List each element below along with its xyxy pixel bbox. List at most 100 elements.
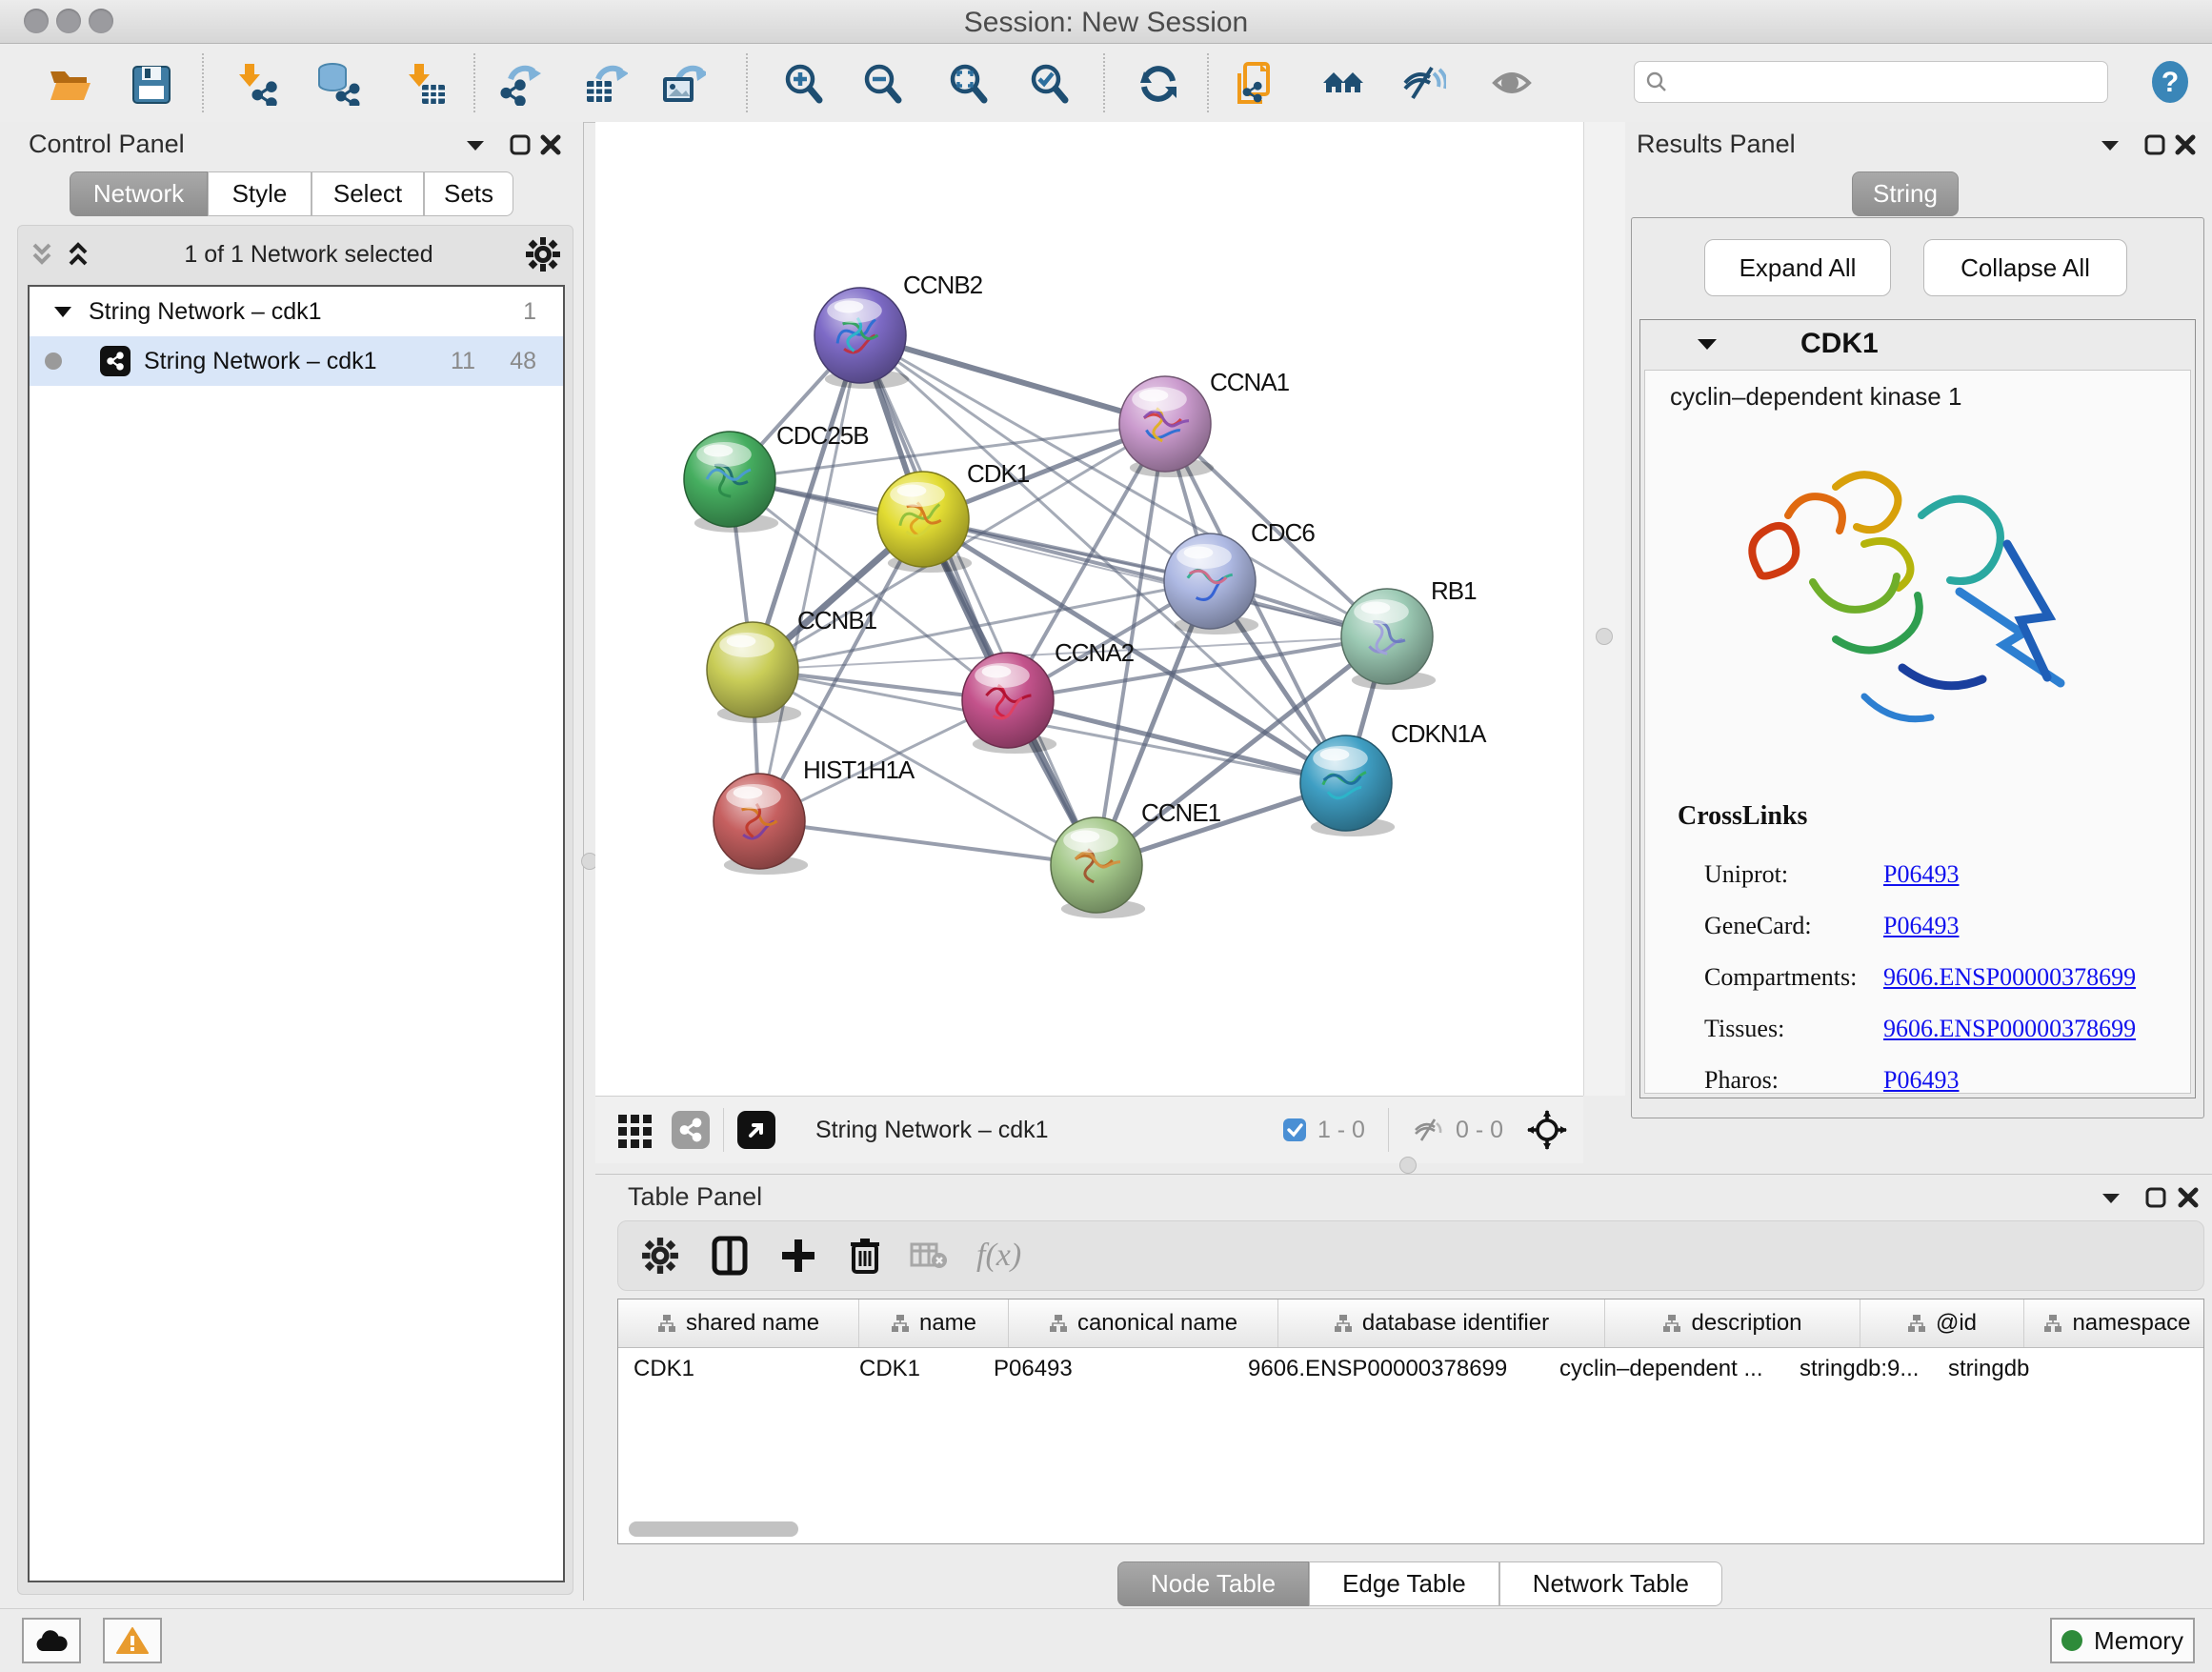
results-panel-close-icon[interactable] bbox=[2174, 133, 2197, 156]
string-network-graph[interactable]: CCNB2 CCNA1 CDC25B CDK1 CDC6 RB1 CCNB1 C… bbox=[595, 122, 1583, 1096]
tab-edge-table[interactable]: Edge Table bbox=[1309, 1561, 1499, 1606]
tab-node-table[interactable]: Node Table bbox=[1117, 1561, 1309, 1606]
import-database-icon[interactable] bbox=[311, 57, 364, 111]
tab-network[interactable]: Network bbox=[70, 171, 208, 216]
table-panel-close-icon[interactable] bbox=[2177, 1186, 2200, 1209]
warnings-button[interactable] bbox=[103, 1618, 162, 1663]
table-settings-gear-icon[interactable] bbox=[641, 1237, 679, 1275]
table-cell[interactable]: 9606.ENSP00000378699 bbox=[1233, 1356, 1544, 1382]
tree-expander-icon[interactable] bbox=[52, 303, 73, 320]
cloud-button[interactable] bbox=[22, 1618, 81, 1663]
crosslink-link[interactable]: P06493 bbox=[1883, 1066, 1959, 1095]
show-graphics-icon[interactable] bbox=[1486, 57, 1539, 111]
tab-network-table[interactable]: Network Table bbox=[1499, 1561, 1722, 1606]
crosslink-link[interactable]: P06493 bbox=[1883, 912, 1959, 940]
zoom-in-icon[interactable] bbox=[776, 57, 830, 111]
selected-checkbox-icon[interactable] bbox=[1281, 1117, 1308, 1143]
control-panel-float-icon[interactable] bbox=[509, 133, 532, 156]
open-in-browser-icon[interactable] bbox=[737, 1111, 775, 1149]
delete-column-icon[interactable] bbox=[849, 1236, 881, 1276]
export-table-icon[interactable] bbox=[578, 57, 632, 111]
collapse-all-button[interactable]: Collapse All bbox=[1923, 239, 2127, 296]
tab-style[interactable]: Style bbox=[208, 171, 312, 216]
hide-unhide-icon[interactable] bbox=[1397, 57, 1450, 111]
network-collection-row[interactable]: String Network – cdk1 1 bbox=[30, 287, 563, 336]
column-header--id[interactable]: @id bbox=[1860, 1299, 2024, 1347]
edge-CCNB2-HIST1H1A[interactable] bbox=[759, 335, 860, 821]
tab-sets[interactable]: Sets bbox=[424, 171, 513, 216]
results-panel-menu-icon[interactable] bbox=[2098, 135, 2122, 154]
node-CDKN1A[interactable] bbox=[1300, 735, 1395, 836]
column-header-canonical-name[interactable]: canonical name bbox=[1009, 1299, 1278, 1347]
network-view-canvas[interactable]: CCNB2 CCNA1 CDC25B CDK1 CDC6 RB1 CCNB1 C… bbox=[595, 122, 1583, 1096]
table-cell[interactable]: CDK1 bbox=[844, 1356, 978, 1382]
right-splitter[interactable] bbox=[1583, 122, 1626, 1096]
node-section-header[interactable]: CDK1 bbox=[1640, 320, 2195, 368]
edge-CCNA2-CDKN1A[interactable] bbox=[1008, 700, 1346, 783]
expand-all-button[interactable]: Expand All bbox=[1704, 239, 1891, 296]
delete-table-icon[interactable] bbox=[910, 1240, 948, 1271]
table-row[interactable]: CDK1CDK1P064939606.ENSP00000378699cyclin… bbox=[618, 1348, 2203, 1390]
network-options-gear-icon[interactable] bbox=[525, 236, 561, 272]
control-panel-menu-icon[interactable] bbox=[463, 135, 488, 154]
edge-CCNB2-CCNE1[interactable] bbox=[860, 335, 1096, 865]
import-table-icon[interactable] bbox=[398, 57, 452, 111]
import-network-icon[interactable] bbox=[231, 57, 284, 111]
help-button[interactable]: ? bbox=[2147, 59, 2193, 105]
table-panel-menu-icon[interactable] bbox=[2099, 1188, 2123, 1207]
search-field[interactable] bbox=[1634, 61, 2108, 103]
home-pair-icon[interactable] bbox=[1317, 57, 1370, 111]
node-HIST1H1A[interactable] bbox=[714, 774, 808, 875]
refresh-icon[interactable] bbox=[1132, 57, 1185, 111]
export-image-icon[interactable] bbox=[656, 57, 710, 111]
column-header-description[interactable]: description bbox=[1605, 1299, 1860, 1347]
table-cell[interactable]: stringdb:9... bbox=[1784, 1356, 1933, 1382]
tab-select[interactable]: Select bbox=[312, 171, 424, 216]
node-CCNB2[interactable] bbox=[814, 288, 909, 389]
node-RB1[interactable] bbox=[1341, 589, 1436, 690]
section-collapse-icon[interactable] bbox=[1696, 335, 1719, 353]
results-panel-float-icon[interactable] bbox=[2143, 133, 2166, 156]
network-row-selected[interactable]: String Network – cdk1 11 48 bbox=[30, 336, 563, 386]
column-header-name[interactable]: name bbox=[859, 1299, 1009, 1347]
table-cell[interactable]: CDK1 bbox=[618, 1356, 844, 1382]
table-cell[interactable]: P06493 bbox=[978, 1356, 1233, 1382]
show-columns-icon[interactable] bbox=[712, 1236, 748, 1276]
node-CDC6[interactable] bbox=[1164, 534, 1258, 635]
center-view-crosshair-icon[interactable] bbox=[1526, 1109, 1568, 1151]
tab-string[interactable]: String bbox=[1852, 171, 1959, 216]
table-cell[interactable]: cyclin–dependent ... bbox=[1544, 1356, 1784, 1382]
node-CDC25B[interactable] bbox=[684, 432, 778, 533]
crosslink-link[interactable]: 9606.ENSP00000378699 bbox=[1883, 1015, 2136, 1043]
crosslink-link[interactable]: P06493 bbox=[1883, 860, 1959, 889]
table-hscrollbar-thumb[interactable] bbox=[629, 1521, 798, 1537]
memory-button[interactable]: Memory bbox=[2050, 1618, 2195, 1663]
node-table[interactable]: shared name name canonical name database… bbox=[617, 1299, 2204, 1544]
bottom-splitter-handle[interactable] bbox=[1399, 1157, 1417, 1174]
column-header-namespace[interactable]: namespace bbox=[2024, 1299, 2204, 1347]
collapse-all-icon[interactable] bbox=[28, 239, 56, 270]
copy-network-icon[interactable] bbox=[1231, 57, 1284, 111]
search-input[interactable] bbox=[1669, 68, 2082, 96]
save-session-icon[interactable] bbox=[124, 57, 177, 111]
crosslink-link[interactable]: 9606.ENSP00000378699 bbox=[1883, 963, 2136, 992]
zoom-selected-icon[interactable] bbox=[1022, 57, 1076, 111]
open-file-icon[interactable] bbox=[42, 57, 95, 111]
node-CDK1[interactable] bbox=[877, 472, 972, 573]
node-CCNA2[interactable] bbox=[962, 653, 1056, 754]
zoom-out-icon[interactable] bbox=[855, 57, 909, 111]
edge-HIST1H1A-CCNE1[interactable] bbox=[759, 821, 1096, 865]
node-CCNE1[interactable] bbox=[1051, 817, 1145, 918]
right-splitter-handle[interactable] bbox=[1596, 628, 1613, 645]
expand-all-icon[interactable] bbox=[64, 239, 92, 270]
export-network-icon[interactable] bbox=[493, 57, 546, 111]
function-builder-icon[interactable]: f(x) bbox=[976, 1238, 1021, 1274]
control-panel-close-icon[interactable] bbox=[539, 133, 562, 156]
node-CCNA1[interactable] bbox=[1119, 376, 1214, 477]
table-panel-float-icon[interactable] bbox=[2144, 1186, 2167, 1209]
add-column-icon[interactable] bbox=[780, 1236, 816, 1276]
birdseye-grid-icon[interactable] bbox=[616, 1111, 654, 1149]
table-cell[interactable]: stringdb bbox=[1933, 1356, 2104, 1382]
column-header-database-identifier[interactable]: database identifier bbox=[1278, 1299, 1605, 1347]
column-header-shared-name[interactable]: shared name bbox=[618, 1299, 859, 1347]
